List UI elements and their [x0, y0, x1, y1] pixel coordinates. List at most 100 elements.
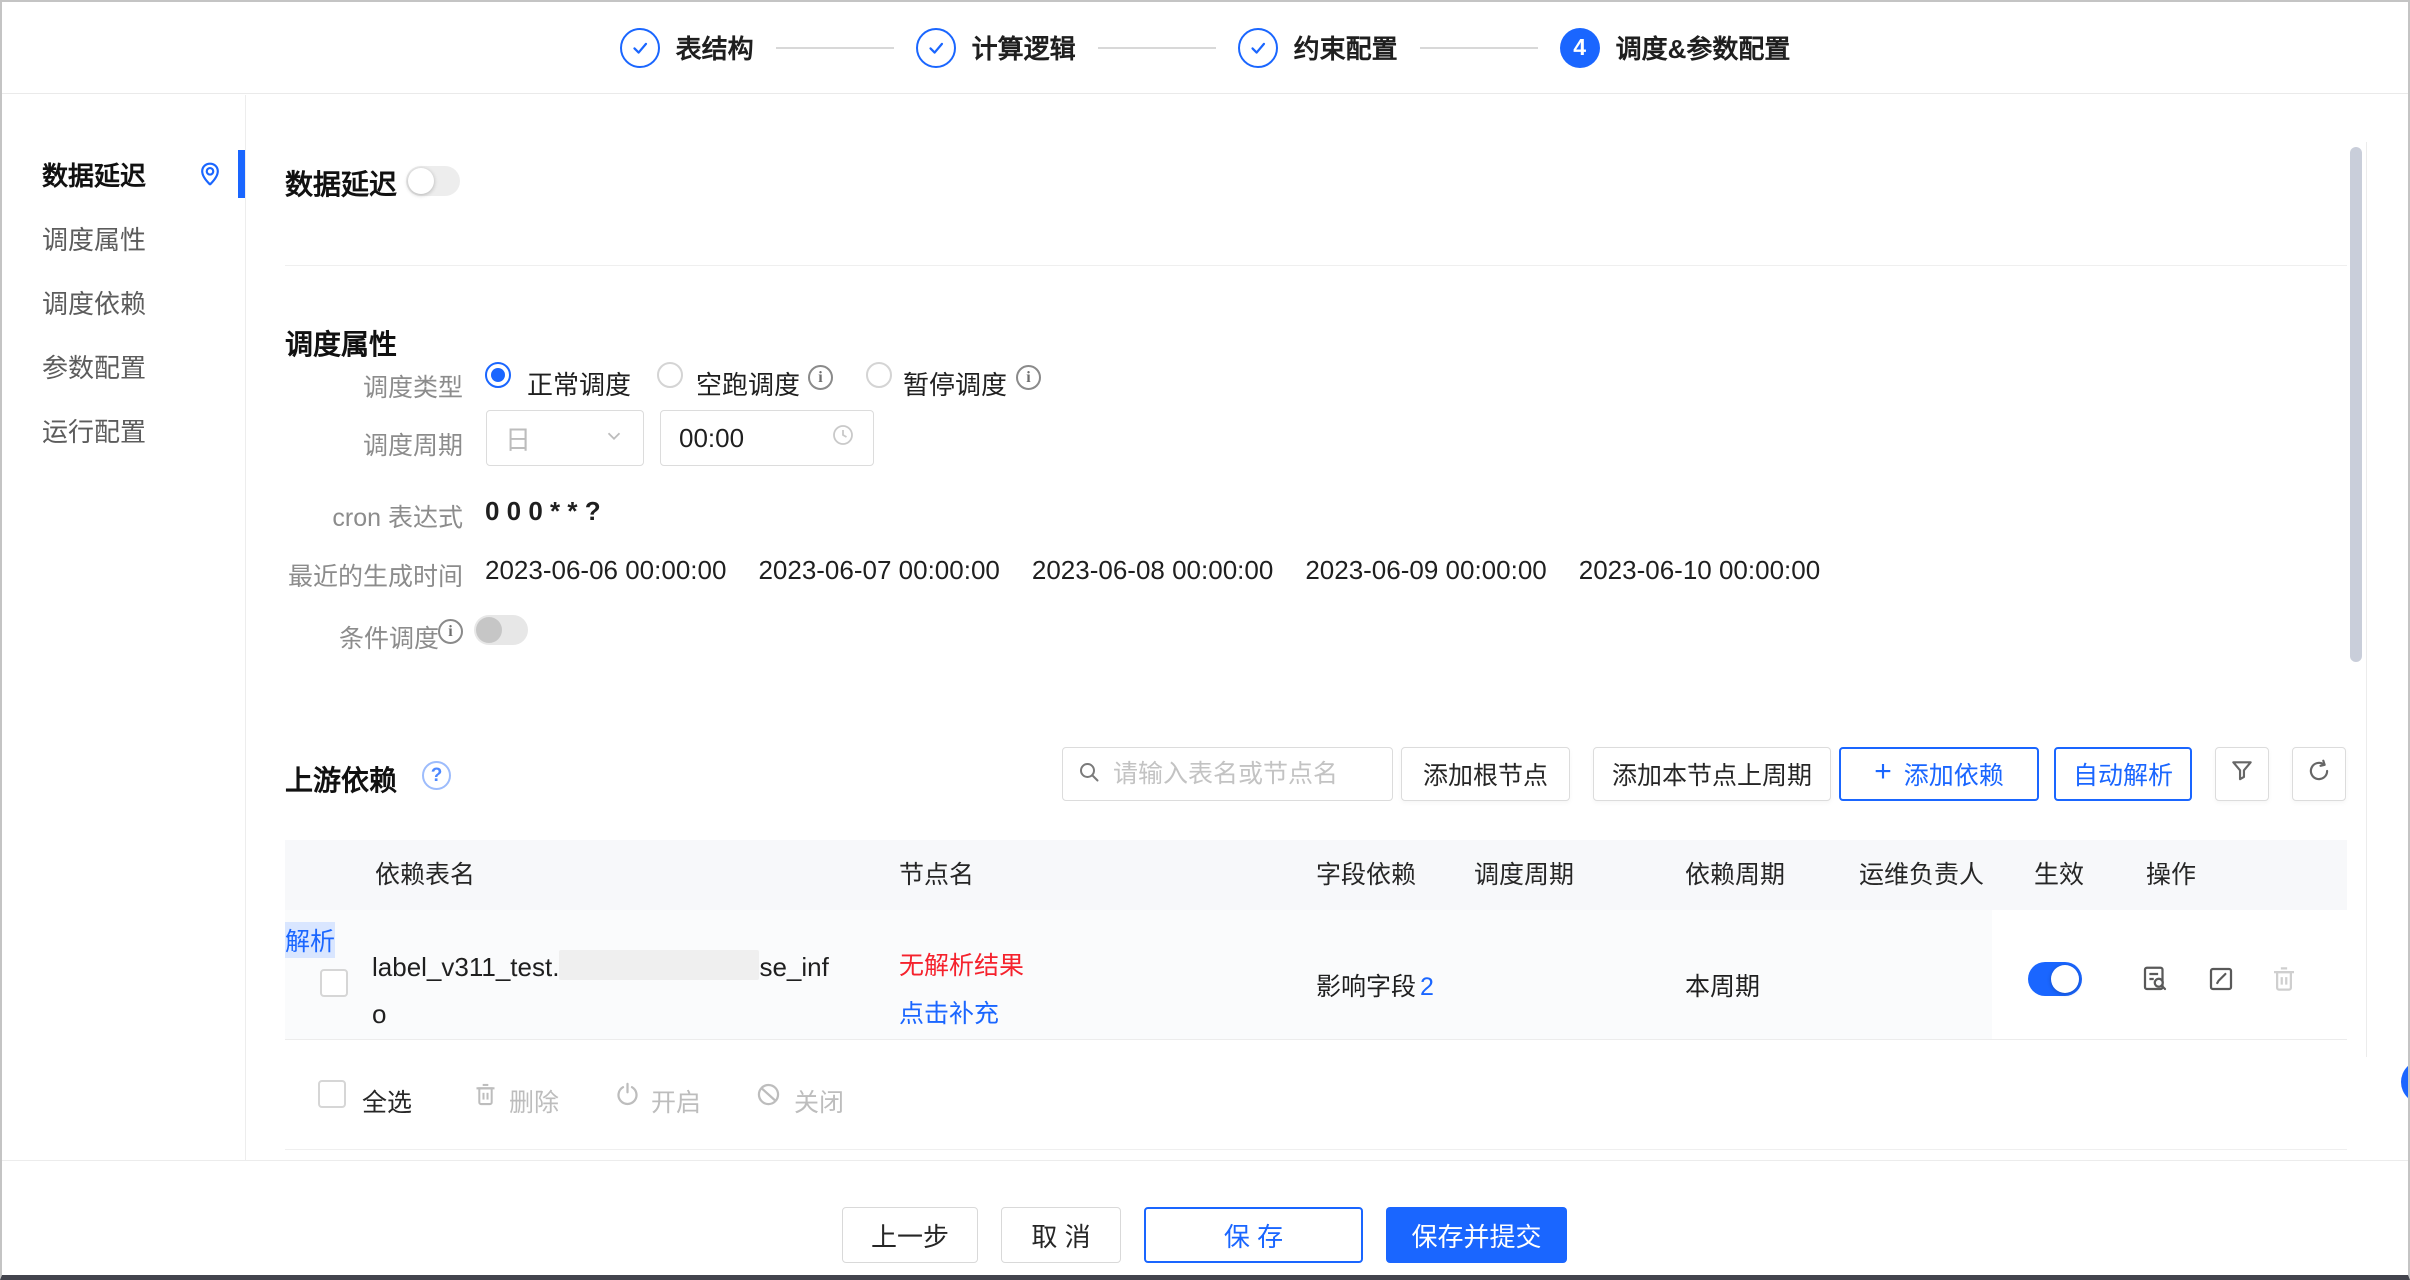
node-supplement-link[interactable]: 点击补充 [899, 994, 999, 1030]
refresh-button[interactable] [2292, 747, 2346, 801]
add-current-node-prev-cycle-button[interactable]: 添加本节点上周期 [1593, 747, 1831, 801]
radio-pause-label[interactable]: 暂停调度 [903, 365, 1007, 402]
batch-enable-button[interactable]: 开启 [651, 1083, 701, 1119]
schedule-cycle-label: 调度周期 [283, 426, 463, 462]
gen-time: 2023-06-10 00:00:00 [1579, 555, 1820, 586]
ban-icon [755, 1081, 782, 1108]
save-button[interactable]: 保 存 [1144, 1207, 1363, 1263]
clock-icon [831, 423, 855, 454]
schedule-props-title: 调度属性 [285, 323, 397, 363]
step-label: 计算逻辑 [972, 29, 1076, 66]
sidebar-divider [245, 95, 246, 1160]
floating-action-button[interactable] [2401, 1060, 2410, 1104]
gen-time: 2023-06-06 00:00:00 [485, 555, 726, 586]
gen-time-list: 2023-06-06 00:00:00 2023-06-07 00:00:00 … [485, 555, 1820, 586]
add-root-node-button[interactable]: 添加根节点 [1401, 747, 1570, 801]
delete-row-icon[interactable] [2269, 964, 2299, 994]
pause-info-icon[interactable]: i [1016, 365, 1041, 390]
radio-dry-run-label[interactable]: 空跑调度 [696, 365, 800, 402]
redacted-text [559, 950, 759, 980]
step-compute-logic[interactable]: 计算逻辑 [916, 28, 1076, 68]
plus-icon: + [1874, 757, 1892, 787]
sidebar-item-param-config[interactable]: 参数配置 [2, 334, 245, 398]
gen-time: 2023-06-08 00:00:00 [1032, 555, 1273, 586]
cron-value: 0 0 0 * * ? [485, 496, 601, 527]
field-dep-cell: 影响字段2 [1316, 967, 1434, 1003]
prev-step-button[interactable]: 上一步 [842, 1207, 978, 1263]
col-dep-table-name: 依赖表名 [375, 840, 475, 910]
step-connector [776, 47, 894, 49]
batch-disable-button[interactable]: 关闭 [794, 1083, 844, 1119]
schedule-config-page: 表结构 计算逻辑 约束配置 4 调度&参数配置 [0, 0, 2410, 1280]
node-parse-error: 无解析结果 [899, 946, 1024, 982]
view-lineage-icon[interactable] [2140, 964, 2170, 994]
button-label: 保 存 [1224, 1217, 1283, 1254]
col-actions: 操作 [2146, 840, 2196, 910]
radio-dry-run-schedule[interactable] [657, 362, 683, 388]
cycle-select-value: 日 [505, 420, 531, 457]
time-input[interactable]: 00:00 [660, 410, 874, 466]
filter-button[interactable] [2215, 747, 2269, 801]
col-ops-owner: 运维负责人 [1859, 840, 1984, 910]
scrollbar-track [2366, 142, 2367, 1057]
conditional-info-icon[interactable]: i [438, 619, 463, 644]
sidebar-item-label: 调度属性 [42, 220, 146, 257]
search-input[interactable] [1113, 760, 1378, 789]
button-label: 保存并提交 [1411, 1217, 1541, 1254]
save-and-submit-button[interactable]: 保存并提交 [1386, 1207, 1567, 1263]
sidebar-item-schedule-deps[interactable]: 调度依赖 [2, 270, 245, 334]
step-constraint-config[interactable]: 约束配置 [1238, 28, 1398, 68]
refresh-icon [2306, 758, 2332, 791]
step-done-check-icon [1238, 28, 1278, 68]
table-row: 解析 label_v311_test.se_info 无解析结果 点击补充 影响… [285, 910, 2347, 1040]
batch-action-bar: 全选 删除 开启 关闭 [285, 1066, 2347, 1126]
step-schedule-params[interactable]: 4 调度&参数配置 [1560, 28, 1791, 68]
time-value: 00:00 [679, 423, 744, 454]
sidebar-item-label: 参数配置 [42, 348, 146, 385]
filter-icon [2229, 758, 2255, 791]
field-dep-count[interactable]: 2 [1420, 973, 1434, 1001]
scrollbar-thumb[interactable] [2350, 147, 2362, 662]
dep-table-name-cell: label_v311_test.se_info [372, 944, 840, 1038]
upstream-table-header: 依赖表名 节点名 字段依赖 调度周期 依赖周期 运维负责人 生效 操作 [285, 840, 2347, 910]
toggle-thumb [476, 617, 502, 643]
power-icon [614, 1081, 641, 1108]
step-done-check-icon [916, 28, 956, 68]
parse-link[interactable]: 解析 [285, 922, 335, 958]
button-label: 自动解析 [2073, 756, 2173, 792]
radio-normal-schedule[interactable] [485, 362, 511, 388]
stepper: 表结构 计算逻辑 约束配置 4 调度&参数配置 [620, 28, 1791, 68]
conditional-toggle[interactable] [474, 615, 528, 645]
dry-run-info-icon[interactable]: i [808, 365, 833, 390]
sidebar-item-schedule-props[interactable]: 调度属性 [2, 206, 245, 270]
auto-parse-button[interactable]: 自动解析 [2054, 747, 2192, 801]
data-delay-toggle[interactable] [406, 166, 460, 196]
button-label: 上一步 [871, 1217, 949, 1254]
cancel-button[interactable]: 取 消 [1001, 1207, 1121, 1263]
select-all-label[interactable]: 全选 [362, 1083, 412, 1119]
cycle-select[interactable]: 日 [486, 410, 644, 466]
upstream-title: 上游依赖 [285, 759, 397, 799]
sidebar-item-run-config[interactable]: 运行配置 [2, 398, 245, 462]
row-checkbox[interactable] [320, 969, 348, 997]
col-node-name: 节点名 [899, 840, 974, 910]
gen-time: 2023-06-07 00:00:00 [758, 555, 999, 586]
conditional-label: 条件调度 [339, 619, 439, 655]
step-number-badge: 4 [1560, 28, 1600, 68]
radio-pause-schedule[interactable] [866, 362, 892, 388]
sidebar-item-label: 调度依赖 [42, 284, 146, 321]
step-done-check-icon [620, 28, 660, 68]
step-label: 表结构 [676, 29, 754, 66]
step-table-structure[interactable]: 表结构 [620, 28, 754, 68]
section-divider [285, 265, 2347, 266]
row-enabled-toggle[interactable] [2028, 962, 2082, 996]
col-field-dep: 字段依赖 [1316, 840, 1416, 910]
batch-delete-button[interactable]: 删除 [509, 1083, 559, 1119]
edit-icon[interactable] [2206, 964, 2236, 994]
add-dependency-button[interactable]: + 添加依赖 [1839, 747, 2039, 801]
select-all-checkbox[interactable] [318, 1080, 346, 1108]
upstream-search[interactable] [1062, 747, 1393, 801]
radio-normal-label[interactable]: 正常调度 [527, 365, 631, 402]
sidebar-item-data-delay[interactable]: 数据延迟 [2, 142, 245, 206]
upstream-help-icon[interactable]: ? [422, 761, 451, 790]
